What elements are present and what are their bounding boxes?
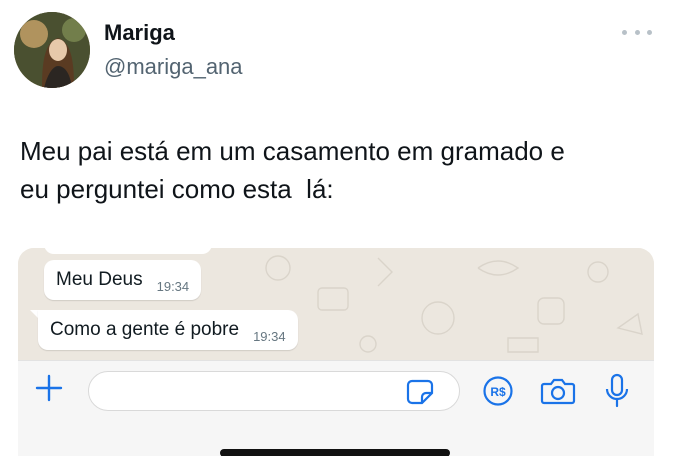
more-options-icon[interactable]	[622, 22, 652, 42]
tweet-card: Mariga @mariga_ana Meu pai está em um ca…	[0, 0, 680, 456]
whatsapp-screenshot: Meu Deus 19:34 Como a gente é pobre 19:3…	[18, 248, 654, 456]
microphone-icon[interactable]	[604, 373, 630, 409]
plus-icon[interactable]	[34, 373, 64, 403]
message-bubble[interactable]: Como a gente é pobre 19:34	[38, 310, 298, 350]
message-time: 19:34	[156, 278, 190, 294]
message-composer: R$	[18, 360, 654, 456]
dot	[622, 29, 627, 35]
tweet-text: Meu pai está em um casamento em gramado …	[20, 132, 660, 208]
message-time: 19:34	[253, 328, 286, 344]
user-display-name[interactable]: Mariga	[104, 20, 175, 46]
dot	[634, 29, 640, 35]
avatar-photo	[14, 12, 90, 88]
tweet-text-line: Meu pai está em um casamento em gramado …	[20, 136, 565, 166]
home-indicator	[220, 449, 450, 456]
message-text: Como a gente é pobre	[50, 319, 240, 340]
payment-symbol: R$	[490, 385, 506, 399]
message-input[interactable]	[88, 371, 460, 411]
sticker-icon[interactable]	[406, 377, 434, 405]
message-bubble[interactable]: Meu Deus 19:34	[44, 260, 202, 300]
camera-icon[interactable]	[540, 375, 576, 407]
payment-icon[interactable]: R$	[482, 375, 514, 407]
message-text: Meu Deus	[56, 269, 143, 290]
tweet-text-line: eu perguntei como esta lá:	[20, 174, 334, 204]
previous-message-bubble	[44, 248, 212, 254]
dot	[647, 29, 652, 35]
chat-area: Meu Deus 19:34 Como a gente é pobre 19:3…	[18, 248, 654, 360]
profile-avatar[interactable]	[14, 12, 90, 88]
user-handle[interactable]: @mariga_ana	[104, 54, 243, 80]
